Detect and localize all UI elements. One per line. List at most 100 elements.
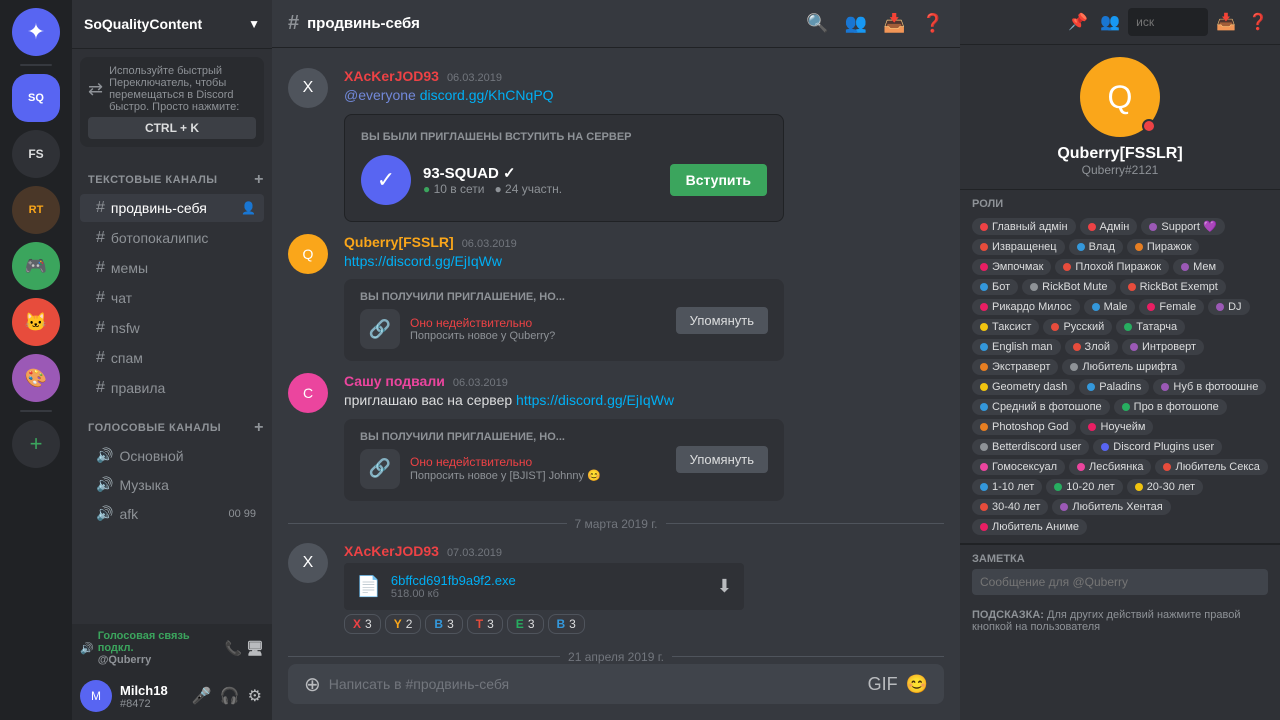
- role-tag: Support 💜: [1141, 218, 1224, 235]
- role-tag: Русский: [1043, 319, 1112, 335]
- reaction[interactable]: T3: [467, 614, 503, 634]
- reaction[interactable]: Y2: [385, 614, 422, 634]
- search-icon[interactable]: 🔍: [806, 13, 828, 34]
- add-voice-channel-icon[interactable]: +: [254, 419, 264, 437]
- deafen-icon[interactable]: 🎧: [218, 684, 242, 708]
- roles-section: РОЛИ Главный адмін Адмін Support 💜 Извра…: [960, 190, 1280, 544]
- role-tag: Злой: [1065, 339, 1118, 355]
- channel-item-rules[interactable]: # правила: [80, 374, 264, 402]
- message-timestamp: 07.03.2019: [447, 547, 502, 559]
- voice-screen-share-icon[interactable]: 🖥: [246, 640, 264, 657]
- server-icon-fs[interactable]: FS: [12, 130, 60, 178]
- attach-icon[interactable]: ⊕: [304, 672, 321, 697]
- role-tag: Ноучейм: [1080, 419, 1153, 435]
- voice-disconnect-icon[interactable]: 📞: [225, 640, 242, 657]
- inbox-icon[interactable]: 📥: [1212, 8, 1240, 36]
- server-list: ✦ SQ FS RT 🎮 🐱 🎨 +: [0, 0, 72, 720]
- hash-icon: #: [96, 199, 105, 217]
- invite-link[interactable]: discord.gg/KhCNqPQ: [420, 87, 554, 103]
- server-icon-cat[interactable]: 🐱: [12, 298, 60, 346]
- right-sidebar: 📌 👥 📥 ❓ Q Quberry[FSSLR] Quberry#2121 РО…: [960, 0, 1280, 720]
- role-tag: Таксист: [972, 319, 1039, 335]
- download-icon[interactable]: ⬇: [717, 576, 732, 597]
- voice-channel-afk[interactable]: 🔊 afk 00 99: [80, 500, 264, 527]
- emoji-icon[interactable]: 😊: [906, 674, 928, 695]
- search-input[interactable]: [1128, 8, 1208, 36]
- voice-status-bar: 🔊 Голосовая связь подкл. @Quberry 📞 🖥: [72, 624, 272, 672]
- avatar: X: [288, 68, 328, 108]
- inbox-icon[interactable]: 📥: [883, 13, 905, 34]
- reaction[interactable]: B3: [548, 614, 585, 634]
- voice-channel-main[interactable]: 🔊 Основной: [80, 442, 264, 469]
- server-header[interactable]: SoQualityContent ▼: [72, 0, 272, 49]
- server-icon-art[interactable]: 🎨: [12, 354, 60, 402]
- hash-icon: #: [96, 349, 105, 367]
- channel-item-memes[interactable]: # мемы: [80, 254, 264, 282]
- right-sidebar-header: 📌 👥 📥 ❓: [960, 0, 1280, 45]
- invalid-server-icon: 🔗: [360, 309, 400, 349]
- server-name: SoQualityContent: [84, 16, 202, 32]
- server-icon-game[interactable]: 🎮: [12, 242, 60, 290]
- channel-item-bots[interactable]: # ботопокалипис: [80, 224, 264, 252]
- server-dropdown-icon[interactable]: ▼: [248, 17, 260, 31]
- role-tag: RickBot Exempt: [1120, 279, 1226, 295]
- role-tag: Пиражок: [1127, 239, 1200, 255]
- role-tag: Paladins: [1079, 379, 1149, 395]
- file-attachment: 📄 6bffcd691fb9a9f2.exe 518.00 кб ⬇: [344, 563, 744, 610]
- reaction[interactable]: E3: [507, 614, 544, 634]
- server-icon-rt[interactable]: RT: [12, 186, 60, 234]
- discord-icon[interactable]: ✦: [12, 8, 60, 56]
- question-icon[interactable]: ❓: [1244, 8, 1272, 36]
- add-server-icon[interactable]: +: [12, 420, 60, 468]
- pin-icon[interactable]: 📌: [1064, 8, 1092, 36]
- invalid-invite-card: ВЫ ПОЛУЧИЛИ ПРИГЛАШЕНИЕ, НО... 🔗 Оно нед…: [344, 419, 784, 501]
- members-icon[interactable]: 👥: [845, 13, 867, 34]
- channel-item-nsfw[interactable]: # nsfw: [80, 314, 264, 342]
- role-tag: RickBot Mute: [1022, 279, 1115, 295]
- mute-icon[interactable]: 🎤: [190, 684, 214, 708]
- channel-hash-icon: #: [288, 12, 299, 35]
- server-icon-sq[interactable]: SQ: [12, 74, 60, 122]
- help-icon[interactable]: ❓: [922, 13, 944, 34]
- reaction[interactable]: X3: [344, 614, 381, 634]
- voice-channel-music[interactable]: 🔊 Музыка: [80, 471, 264, 498]
- channel-item-chat[interactable]: # чат: [80, 284, 264, 312]
- channel-item-spam[interactable]: # спам: [80, 344, 264, 372]
- user-bar: M Milch18 #8472 🎤 🎧 ⚙: [72, 672, 272, 720]
- user-add-icon[interactable]: 👤: [241, 201, 256, 215]
- main-content: # продвинь-себя 🔍 👥 📥 ❓ X XAcKerJOD93 06…: [272, 0, 960, 720]
- add-channel-icon[interactable]: +: [254, 171, 264, 189]
- message-author[interactable]: XAcKerJOD93: [344, 68, 439, 84]
- role-tag: 30-40 лет: [972, 499, 1048, 515]
- settings-icon[interactable]: ⚙: [246, 684, 264, 708]
- role-tag: 20-30 лет: [1127, 479, 1203, 495]
- role-tag: English man: [972, 339, 1061, 355]
- message-timestamp: 06.03.2019: [447, 72, 502, 84]
- roles-grid: Главный адмін Адмін Support 💜 Извращенец…: [972, 218, 1268, 535]
- mention-button-2[interactable]: Упомянуть: [676, 446, 768, 473]
- role-tag: Плохой Пиражок: [1055, 259, 1169, 275]
- role-tag: Гомосексуал: [972, 459, 1065, 475]
- role-tag: Male: [1084, 299, 1136, 315]
- role-tag: Female: [1139, 299, 1204, 315]
- reaction[interactable]: B3: [425, 614, 462, 634]
- message-author[interactable]: Quberry[FSSLR]: [344, 234, 454, 250]
- role-tag: Влад: [1069, 239, 1123, 255]
- speaker-icon: 🔊: [96, 476, 113, 493]
- role-tag: 10-20 лет: [1046, 479, 1122, 495]
- gif-icon[interactable]: GIF: [868, 674, 898, 695]
- message-content: @everyone discord.gg/KhCNqPQ: [344, 86, 944, 106]
- roles-title: РОЛИ: [972, 198, 1268, 210]
- hash-icon: #: [96, 259, 105, 277]
- channel-item-prodvin[interactable]: # продвинь-себя 👤: [80, 194, 264, 222]
- message-author[interactable]: Сашу подвали: [344, 373, 445, 389]
- chat-input[interactable]: [329, 664, 868, 704]
- mention-button[interactable]: Упомянуть: [676, 307, 768, 334]
- message-header: XAcKerJOD93 07.03.2019: [344, 543, 944, 559]
- message-author[interactable]: XAcKerJOD93: [344, 543, 439, 559]
- reaction-bar: X3 Y2 B3 T3 E3 B3: [344, 614, 944, 634]
- voice-channels-label: Голосовые каналы +: [72, 403, 272, 441]
- members-toggle-icon[interactable]: 👥: [1096, 8, 1124, 36]
- join-server-button[interactable]: Вступить: [670, 164, 767, 196]
- notes-input[interactable]: [972, 569, 1268, 595]
